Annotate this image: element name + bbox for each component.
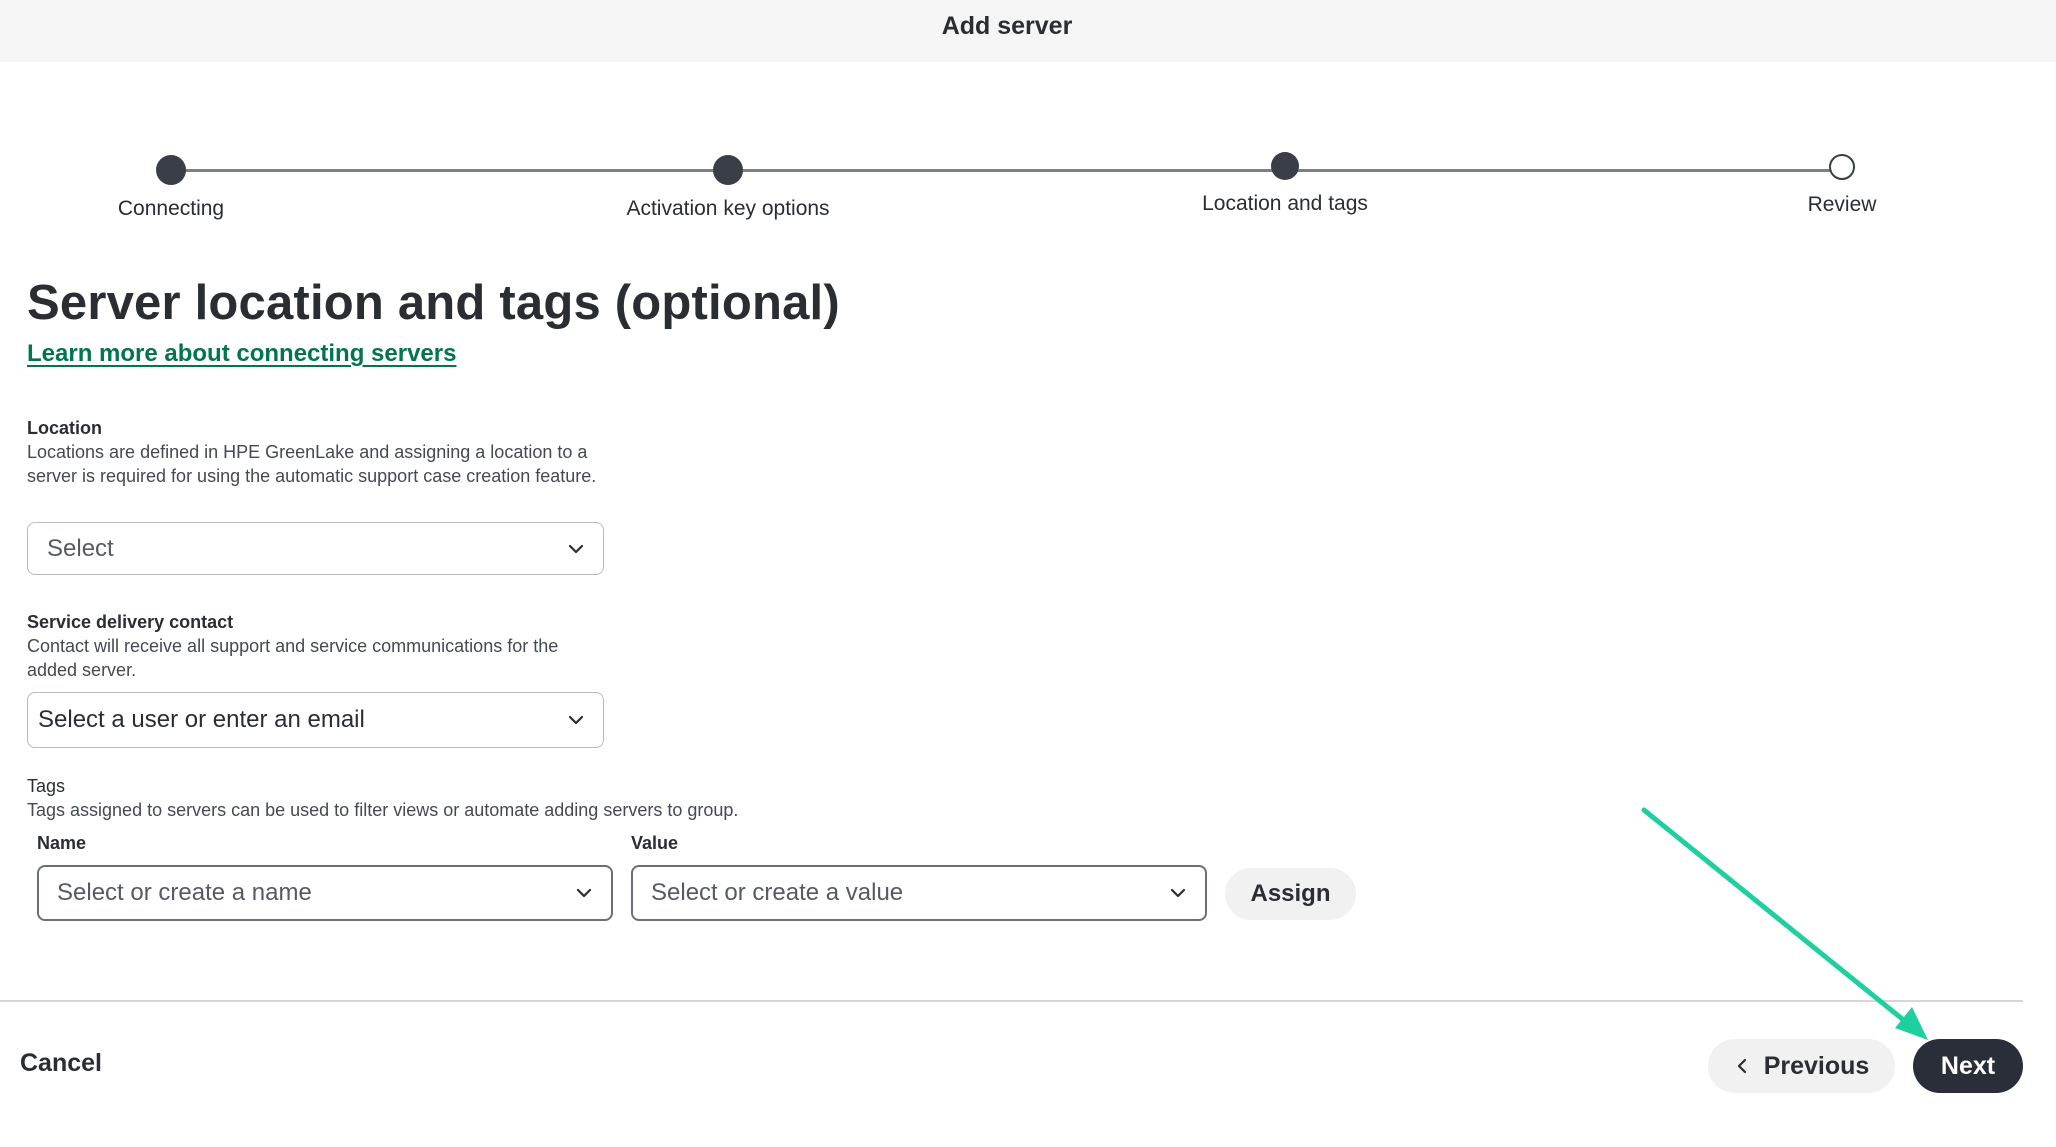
step-completed-indicator [156, 155, 186, 185]
step-label: Location and tags [1202, 192, 1368, 215]
chevron-down-icon [568, 544, 584, 553]
contact-help-text: Contact will receive all support and ser… [27, 636, 559, 680]
add-server-dialog: Add server Connecting Activation key opt… [0, 0, 2056, 1147]
tag-name-select-value: Select or create a name [57, 879, 312, 906]
step-label: Review [1807, 193, 1877, 216]
next-button[interactable]: Next [1913, 1039, 2023, 1093]
previous-button-label: Previous [1763, 1051, 1870, 1080]
learn-more-link[interactable]: Learn more about connecting servers [27, 340, 456, 368]
location-help-text: Locations are defined in HPE GreenLake a… [27, 442, 597, 486]
location-select[interactable]: Select [27, 522, 604, 575]
chevron-down-icon [576, 888, 592, 898]
step-upcoming-indicator [1829, 154, 1855, 180]
footer-divider [0, 1000, 2023, 1002]
location-select-value: Select [47, 534, 114, 562]
page-title: Server location and tags (optional) [27, 276, 840, 330]
tag-value-select[interactable]: Select or create a value [631, 865, 1207, 921]
step-review[interactable]: Review [1672, 139, 2012, 217]
step-completed-indicator [713, 155, 743, 185]
assign-button[interactable]: Assign [1225, 868, 1356, 920]
contact-select[interactable]: Select a user or enter an email [27, 692, 604, 748]
chevron-down-icon [568, 715, 584, 725]
step-current-indicator [1271, 152, 1299, 180]
tags-label: Tags [27, 776, 66, 796]
tag-name-select[interactable]: Select or create a name [37, 865, 613, 921]
wizard-stepper: Connecting Activation key options Locati… [0, 140, 2056, 230]
dialog-header: Add server [0, 0, 2056, 62]
step-connecting[interactable]: Connecting [1, 140, 341, 221]
stepper-track [171, 169, 1842, 172]
previous-button[interactable]: Previous [1708, 1039, 1895, 1093]
step-activation-key-options[interactable]: Activation key options [558, 140, 898, 221]
dialog-title: Add server [941, 12, 1073, 40]
cancel-button[interactable]: Cancel [20, 1049, 102, 1078]
contact-label: Service delivery contact [27, 612, 234, 632]
contact-select-value: Select a user or enter an email [38, 706, 365, 733]
step-label: Activation key options [626, 197, 830, 220]
tag-value-select-value: Select or create a value [651, 879, 904, 906]
step-location-and-tags[interactable]: Location and tags [1115, 137, 1455, 216]
tag-name-label: Name [37, 833, 87, 853]
step-label: Connecting [117, 197, 225, 220]
chevron-down-icon [1170, 888, 1186, 898]
chevron-left-icon [1737, 1058, 1746, 1074]
tags-help-text: Tags assigned to servers can be used to … [27, 800, 739, 820]
location-label: Location [27, 418, 102, 438]
tag-value-label: Value [631, 833, 679, 853]
